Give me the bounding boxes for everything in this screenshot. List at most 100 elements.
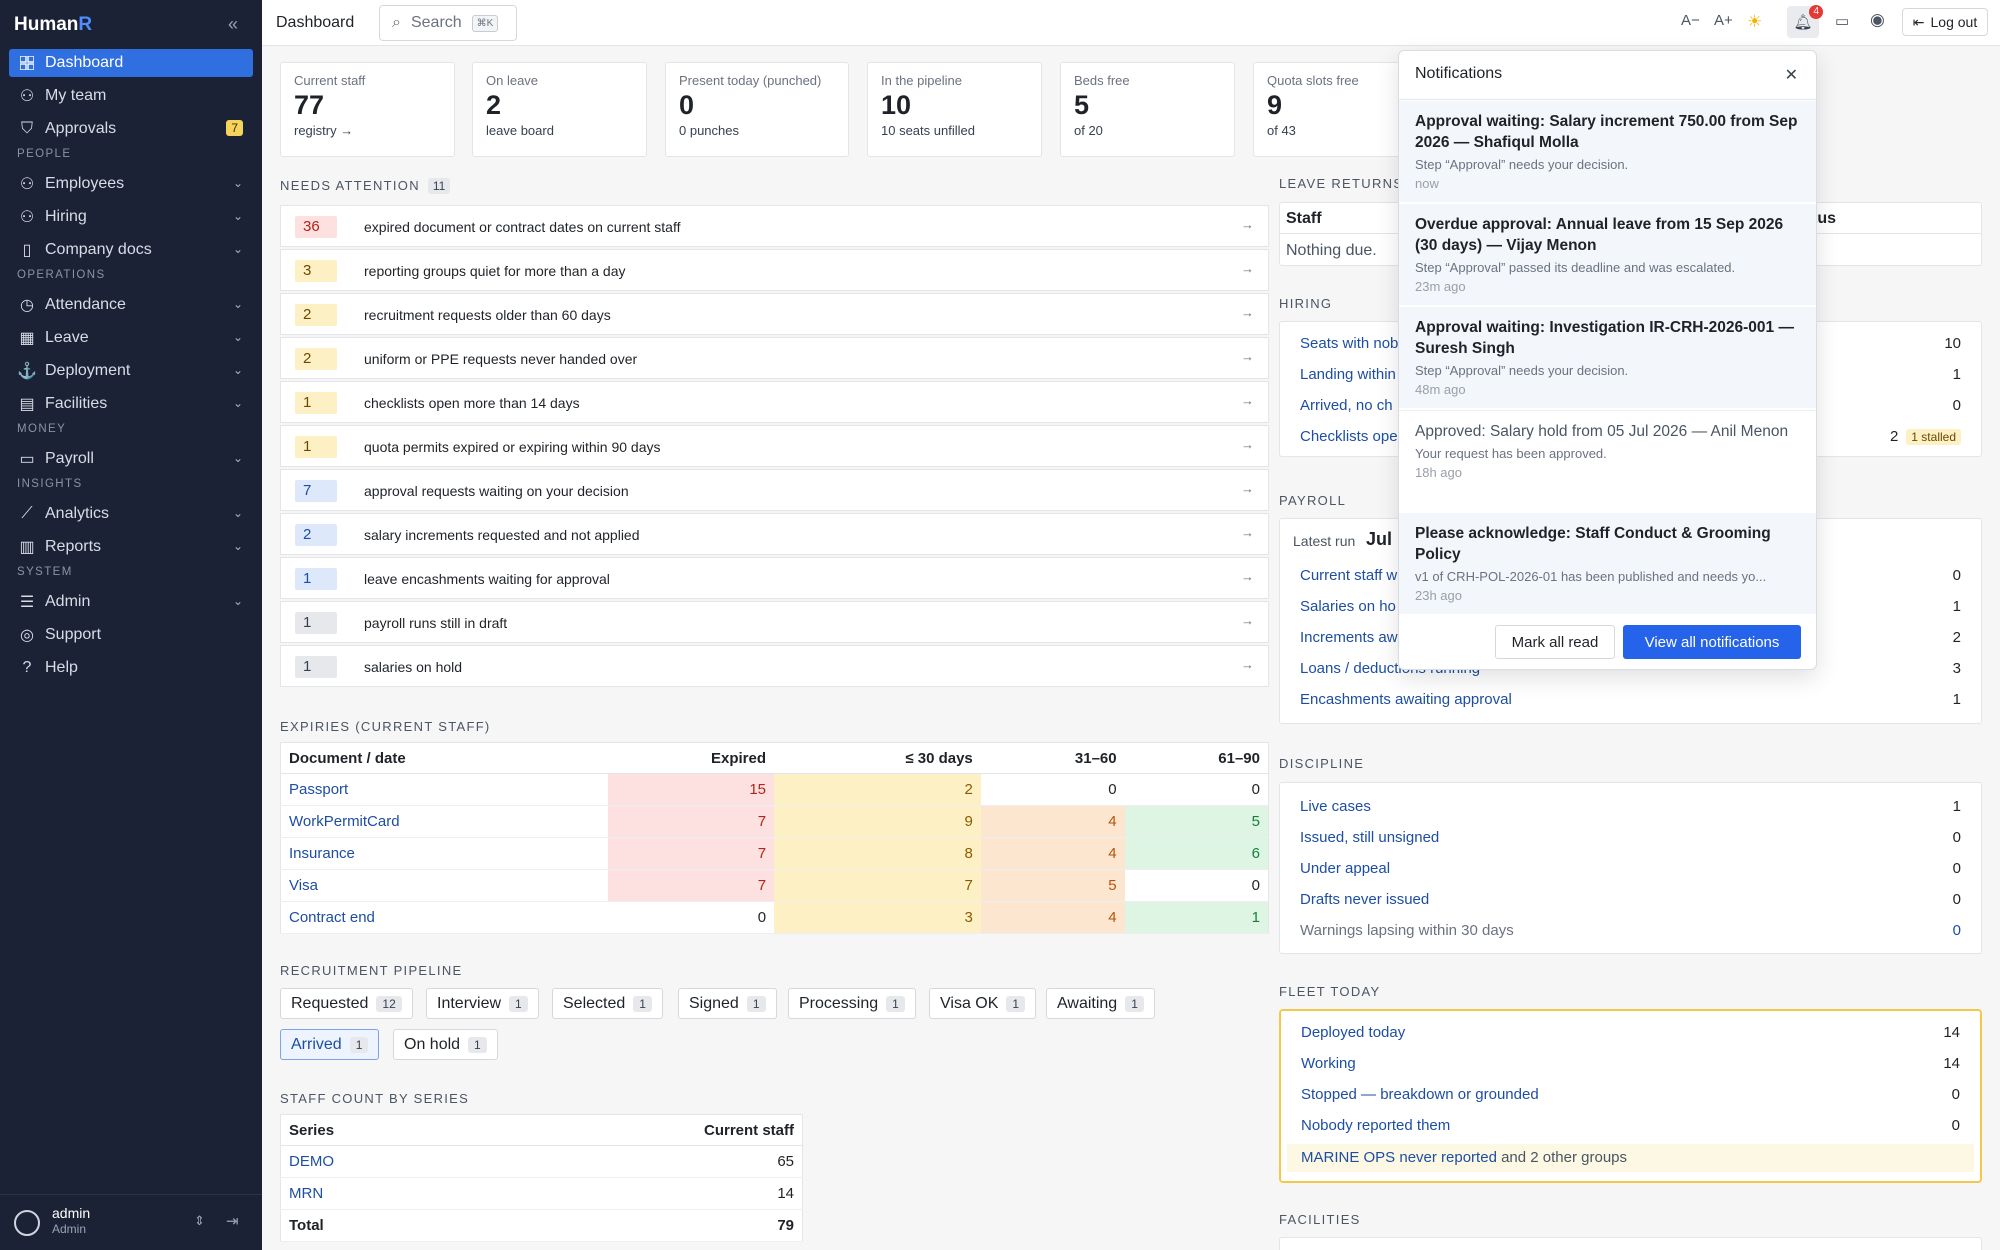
stage-requested[interactable]: Requested 12: [280, 988, 413, 1019]
series-link-mrn[interactable]: MRN: [289, 1185, 323, 1202]
fleet-row[interactable]: Nobody reported them 0: [1281, 1110, 1980, 1141]
app-logo[interactable]: HumanR: [14, 14, 92, 36]
shortcut-hint: ⌘K: [471, 14, 499, 32]
chevron-down-icon: ⌄: [232, 451, 243, 465]
attention-row[interactable]: 2 recruitment requests older than 60 days…: [280, 293, 1269, 335]
stat-present-today[interactable]: Present today (punched) 0 0 punches: [665, 62, 849, 157]
sidebar-item-help[interactable]: ? Help: [9, 654, 253, 682]
stage-visa-ok[interactable]: Visa OK 1: [929, 988, 1037, 1019]
arrow-right-icon: →: [1241, 217, 1254, 232]
notification-item[interactable]: Please acknowledge: Staff Conduct & Groo…: [1399, 513, 1816, 614]
discipline-row[interactable]: Drafts never issued 0: [1280, 884, 1981, 915]
stat-in-pipeline[interactable]: In the pipeline 10 10 seats unfilled: [867, 62, 1042, 157]
account-icon[interactable]: ◉: [1870, 10, 1885, 30]
sidebar-item-approvals[interactable]: ⛉ Approvals 7: [9, 115, 253, 143]
stage-on-hold[interactable]: On hold 1: [393, 1029, 498, 1060]
logout-icon: ⇤: [1912, 13, 1925, 30]
sidebar-item-attendance[interactable]: ◷ Attendance ⌄: [9, 291, 253, 319]
attention-row[interactable]: 3 reporting groups quiet for more than a …: [280, 249, 1269, 291]
search-icon: ⌕: [392, 14, 401, 31]
chevron-down-icon: ⌄: [232, 594, 243, 608]
fleet-row[interactable]: Working 14: [1281, 1048, 1980, 1079]
search-button[interactable]: ⌕ Search ⌘K: [379, 5, 517, 41]
doc-link-visa[interactable]: Visa: [289, 877, 318, 894]
discipline-row[interactable]: Issued, still unsigned 0: [1280, 822, 1981, 853]
fleet-card: Deployed today 14 Working 14 Stopped — bre…: [1279, 1009, 1982, 1183]
stage-selected[interactable]: Selected 1: [552, 988, 663, 1019]
attention-row[interactable]: 36 expired document or contract dates on …: [280, 205, 1269, 247]
notifications-button[interactable]: 🔔︎ 4: [1787, 5, 1823, 38]
stat-beds-free[interactable]: Beds free 5 of 20: [1060, 62, 1235, 157]
attention-row[interactable]: 2 salary increments requested and not app…: [280, 513, 1269, 555]
latest-run-value[interactable]: Jul: [1366, 529, 1392, 550]
close-icon[interactable]: ✕: [1785, 65, 1798, 85]
sliders-icon: ☰: [19, 594, 35, 611]
doc-link-insurance[interactable]: Insurance: [289, 845, 355, 862]
logout-button[interactable]: ⇤ Log out: [1902, 8, 1988, 36]
sidebar-item-analytics[interactable]: ⟋ Analytics ⌄: [9, 500, 253, 528]
stage-awaiting[interactable]: Awaiting 1: [1046, 988, 1155, 1019]
attention-row[interactable]: 1 salaries on hold →: [280, 645, 1269, 687]
fleet-row[interactable]: Stopped — breakdown or grounded 0: [1281, 1079, 1980, 1110]
sidebar-item-hiring[interactable]: ⚇ Hiring ⌄: [9, 203, 253, 231]
attention-row[interactable]: 1 quota permits expired or expiring withi…: [280, 425, 1269, 467]
font-smaller-button[interactable]: A−: [1681, 12, 1700, 29]
stalled-badge: 1 stalled: [1906, 429, 1961, 445]
marine-ops-link[interactable]: MARINE OPS never reported: [1301, 1149, 1497, 1166]
mark-all-read-button[interactable]: Mark all read: [1495, 625, 1615, 659]
sidebar-item-payroll[interactable]: ▭ Payroll ⌄: [9, 445, 253, 473]
notification-item[interactable]: Approval waiting: Salary increment 750.0…: [1399, 101, 1816, 202]
notification-item[interactable]: Approved: Salary hold from 05 Jul 2026 —…: [1399, 410, 1816, 511]
attention-row[interactable]: 1 checklists open more than 14 days →: [280, 381, 1269, 423]
sidebar-item-support[interactable]: ◎ Support: [9, 621, 253, 649]
sidebar-item-my-team[interactable]: ⚇ My team: [9, 82, 253, 110]
sidebar-item-facilities[interactable]: ▤ Facilities ⌄: [9, 390, 253, 418]
calendar-icon: ▦: [19, 330, 35, 347]
sidebar-item-leave[interactable]: ▦ Leave ⌄: [9, 324, 253, 352]
doc-link-contract-end[interactable]: Contract end: [289, 909, 375, 926]
stage-interview[interactable]: Interview 1: [426, 988, 539, 1019]
chevrons-up-down-icon[interactable]: ⇕: [194, 1213, 205, 1229]
sidebar-item-employees[interactable]: ⚇ Employees ⌄: [9, 170, 253, 198]
attention-row[interactable]: 1 leave encashments waiting for approval →: [280, 557, 1269, 599]
font-larger-button[interactable]: A+: [1714, 12, 1733, 29]
sun-icon[interactable]: ☀: [1747, 12, 1762, 32]
doc-link-workpermitcard[interactable]: WorkPermitCard: [289, 813, 400, 830]
stat-current-staff[interactable]: Current staff 77 registry →: [280, 62, 455, 157]
attention-row[interactable]: 2 uniform or PPE requests never handed ov…: [280, 337, 1269, 379]
stage-arrived[interactable]: Arrived 1: [280, 1029, 380, 1060]
fleet-row[interactable]: Deployed today 14: [1281, 1017, 1980, 1048]
stage-processing[interactable]: Processing 1: [788, 988, 916, 1019]
trend-icon: ⟋: [21, 505, 33, 522]
sidebar-item-dashboard[interactable]: Dashboard: [9, 49, 253, 77]
payroll-heading: PAYROLL: [1279, 493, 1347, 508]
sidebar-item-admin[interactable]: ☰ Admin ⌄: [9, 588, 253, 616]
discipline-row[interactable]: Live cases 1: [1280, 791, 1981, 822]
doc-link-passport[interactable]: Passport: [289, 781, 348, 798]
attention-row[interactable]: 7 approval requests waiting on your decis…: [280, 469, 1269, 511]
discipline-row[interactable]: Under appeal 0: [1280, 853, 1981, 884]
user-menu[interactable]: admin Admin ⇕ ⇥: [0, 1194, 262, 1250]
payroll-row[interactable]: Encashments awaiting approval 1: [1280, 684, 1981, 715]
series-link-demo[interactable]: DEMO: [289, 1153, 334, 1170]
chevron-down-icon: ⌄: [232, 539, 243, 553]
sidebar-item-deployment[interactable]: ⚓ Deployment ⌄: [9, 357, 253, 385]
arrow-right-icon: →: [1241, 569, 1254, 584]
stat-on-leave[interactable]: On leave 2 leave board: [472, 62, 647, 157]
needs-attention-heading: NEEDS ATTENTION 11: [280, 178, 451, 194]
sign-out-icon[interactable]: ⇥: [226, 1212, 239, 1230]
sidebar: HumanR « Dashboard ⚇ My team ⛉ Approvals 7 …: [0, 0, 262, 1250]
view-all-notifications-button[interactable]: View all notifications: [1623, 625, 1801, 659]
section-insights: INSIGHTS: [17, 478, 83, 490]
chat-icon[interactable]: ▭: [1835, 12, 1849, 30]
arrow-right-icon: →: [1241, 349, 1254, 364]
sidebar-item-reports[interactable]: ▥ Reports ⌄: [9, 533, 253, 561]
chevron-down-icon: ⌄: [232, 506, 243, 520]
sidebar-item-company-docs[interactable]: ▯ Company docs ⌄: [9, 236, 253, 264]
notification-item[interactable]: Overdue approval: Annual leave from 15 S…: [1399, 204, 1816, 305]
notification-item[interactable]: Approval waiting: Investigation IR-CRH-2…: [1399, 307, 1816, 408]
stage-signed[interactable]: Signed 1: [678, 988, 777, 1019]
collapse-sidebar-icon[interactable]: «: [228, 14, 238, 35]
grid-icon: [19, 55, 35, 71]
attention-row[interactable]: 1 payroll runs still in draft →: [280, 601, 1269, 643]
